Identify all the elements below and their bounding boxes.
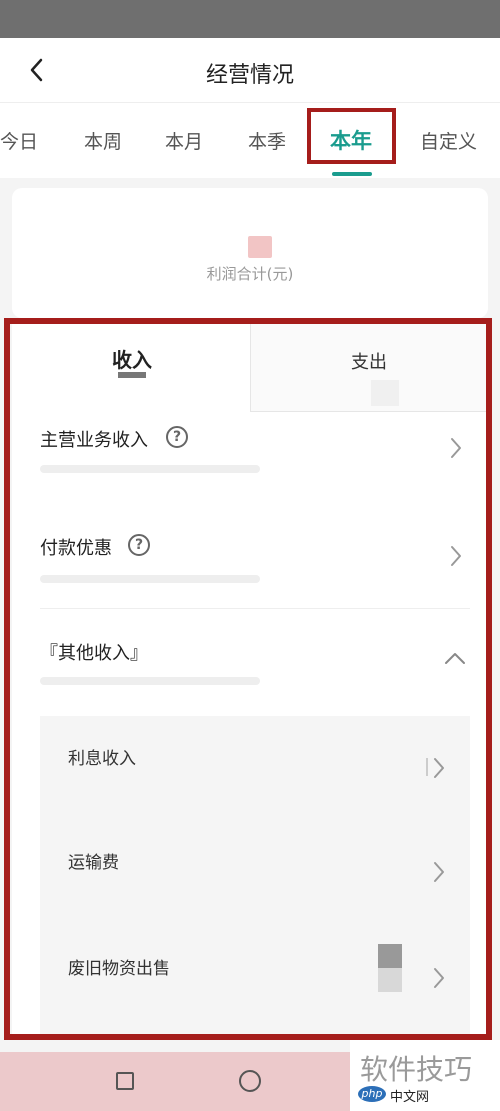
status-bar	[0, 0, 500, 38]
recents-button[interactable]	[116, 1072, 134, 1090]
tab-highlight-box	[307, 108, 396, 164]
tab-today[interactable]: 今日	[0, 127, 38, 154]
profit-summary-card: 利润合计(元)	[12, 188, 488, 318]
watermark-subtext: 中文网	[390, 1090, 430, 1105]
active-tab-indicator	[332, 172, 372, 176]
tab-week[interactable]: 本周	[84, 127, 122, 154]
php-logo-icon: php	[358, 1086, 386, 1102]
content-highlight-box	[4, 318, 492, 1040]
profit-label: 利润合计(元)	[206, 265, 294, 283]
tab-quarter[interactable]: 本季	[248, 127, 286, 154]
tab-custom[interactable]: 自定义	[420, 127, 477, 154]
period-tabs: 今日 本周 本月 本季 本年 自定义	[0, 102, 500, 178]
watermark: 软件技巧 php 中文网	[350, 1040, 500, 1111]
profit-value-redacted	[248, 236, 272, 258]
home-button[interactable]	[239, 1070, 261, 1092]
watermark-text: 软件技巧	[360, 1053, 473, 1086]
page-title: 经营情况	[205, 63, 294, 88]
system-nav-bar	[0, 1052, 350, 1111]
header: 经营情况	[0, 38, 500, 102]
tab-month[interactable]: 本月	[165, 127, 203, 154]
